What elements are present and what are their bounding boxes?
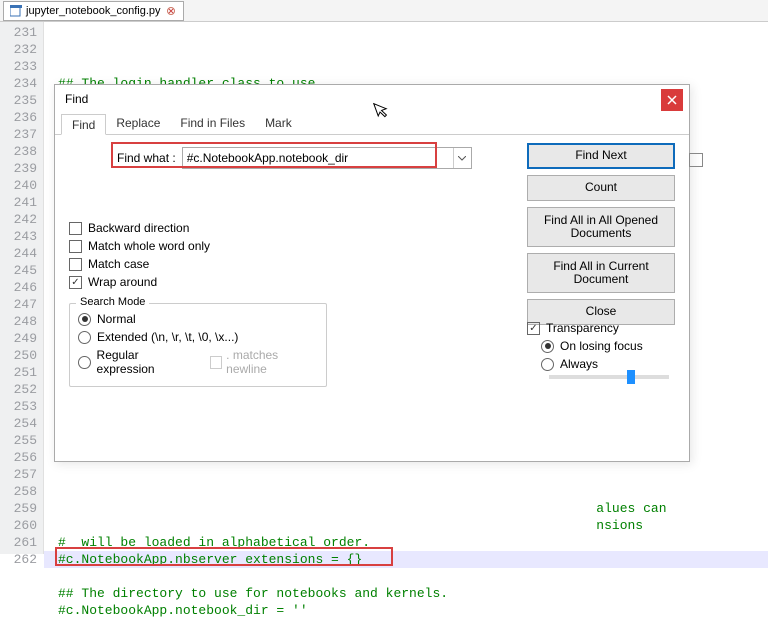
radio-regex[interactable]: Regular expression. matches newline: [78, 348, 318, 376]
line-gutter: 2312322332342352362372382392402412422432…: [0, 22, 44, 554]
slider-thumb[interactable]: [627, 370, 635, 384]
count-button[interactable]: Count: [527, 175, 675, 201]
radio-extended[interactable]: Extended (\n, \r, \t, \0, \x...): [78, 330, 318, 344]
find-all-current-button[interactable]: Find All in Current Document: [527, 253, 675, 293]
close-icon[interactable]: [165, 5, 177, 17]
extra-checkbox[interactable]: [689, 153, 703, 167]
file-icon: [10, 5, 22, 17]
button-column: Find Next Count Find All in All Opened D…: [527, 143, 675, 325]
tab-find[interactable]: Find: [61, 114, 106, 135]
file-tab[interactable]: jupyter_notebook_config.py: [3, 1, 184, 21]
find-input-wrap: [182, 147, 472, 169]
search-mode-group: Search Mode Normal Extended (\n, \r, \t,…: [69, 303, 327, 387]
find-input[interactable]: [183, 148, 453, 168]
transparency-checkbox[interactable]: ✓Transparency: [527, 321, 675, 335]
transparency-section: ✓Transparency On losing focus Always: [527, 321, 675, 379]
transparency-slider[interactable]: [549, 375, 669, 379]
find-what-label: Find what :: [117, 151, 176, 165]
find-all-opened-button[interactable]: Find All in All Opened Documents: [527, 207, 675, 247]
find-dialog: Find Find Replace Find in Files Mark Fin…: [54, 84, 690, 462]
chevron-down-icon[interactable]: [453, 148, 471, 168]
radio-always[interactable]: Always: [541, 357, 675, 371]
tab-mark[interactable]: Mark: [255, 113, 302, 134]
dialog-body: Find what : Find Next Count Find All in …: [55, 135, 689, 461]
radio-normal[interactable]: Normal: [78, 312, 318, 326]
matches-newline-checkbox: . matches newline: [210, 348, 318, 376]
tab-find-in-files[interactable]: Find in Files: [170, 113, 255, 134]
radio-on-losing-focus[interactable]: On losing focus: [541, 339, 675, 353]
highlight-box-result: [55, 547, 393, 566]
file-tab-label: jupyter_notebook_config.py: [26, 5, 161, 17]
dialog-close-button[interactable]: [661, 89, 683, 111]
tab-replace[interactable]: Replace: [106, 113, 170, 134]
dialog-title: Find: [65, 92, 88, 106]
dialog-tabs: Find Replace Find in Files Mark: [55, 113, 689, 135]
file-tab-bar: jupyter_notebook_config.py: [0, 0, 768, 22]
search-mode-title: Search Mode: [76, 296, 149, 308]
dialog-title-bar[interactable]: Find: [55, 85, 689, 113]
find-next-button[interactable]: Find Next: [527, 143, 675, 169]
